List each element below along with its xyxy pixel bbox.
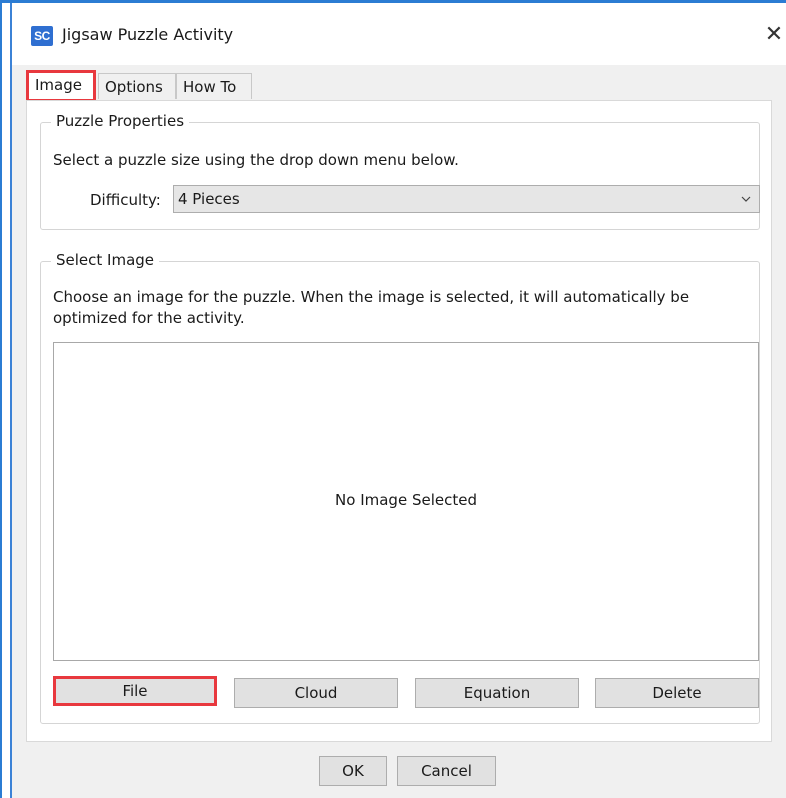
tab-image[interactable]: Image	[26, 70, 96, 102]
screen: SC Jigsaw Puzzle Activity ✕ Image Option…	[0, 0, 786, 798]
difficulty-value: 4 Pieces	[178, 190, 240, 208]
ok-button[interactable]: OK	[319, 756, 387, 786]
file-button[interactable]: File	[53, 676, 217, 706]
difficulty-label: Difficulty:	[90, 191, 161, 209]
app-icon: SC	[31, 26, 53, 46]
tab-how-to[interactable]: How To	[176, 73, 252, 99]
cloud-button[interactable]: Cloud	[234, 678, 398, 708]
title-bar: SC Jigsaw Puzzle Activity ✕	[12, 3, 786, 65]
select-image-instruction-line2: optimized for the activity.	[53, 309, 245, 327]
select-image-legend: Select Image	[51, 251, 160, 269]
dialog-window: SC Jigsaw Puzzle Activity ✕ Image Option…	[12, 3, 786, 798]
close-icon: ✕	[764, 22, 784, 47]
cancel-button[interactable]: Cancel	[397, 756, 496, 786]
select-image-instruction-line1: Choose an image for the puzzle. When the…	[53, 288, 690, 306]
tab-panel-image: Puzzle Properties Select a puzzle size u…	[26, 100, 772, 742]
window-title: Jigsaw Puzzle Activity	[62, 25, 234, 44]
puzzle-properties-legend: Puzzle Properties	[51, 112, 190, 130]
no-image-placeholder: No Image Selected	[335, 491, 477, 509]
difficulty-select[interactable]: 4 Pieces	[173, 185, 760, 213]
select-image-group: Select Image Choose an image for the puz…	[40, 251, 760, 724]
close-button[interactable]: ✕	[762, 23, 786, 47]
delete-button[interactable]: Delete	[595, 678, 759, 708]
puzzle-properties-group: Puzzle Properties Select a puzzle size u…	[40, 112, 760, 230]
tab-options[interactable]: Options	[98, 73, 176, 99]
equation-button[interactable]: Equation	[415, 678, 579, 708]
puzzle-size-instruction: Select a puzzle size using the drop down…	[53, 151, 459, 169]
window-edge-left	[0, 0, 2, 798]
image-preview-area[interactable]: No Image Selected	[53, 342, 759, 661]
chevron-down-icon	[741, 196, 751, 202]
